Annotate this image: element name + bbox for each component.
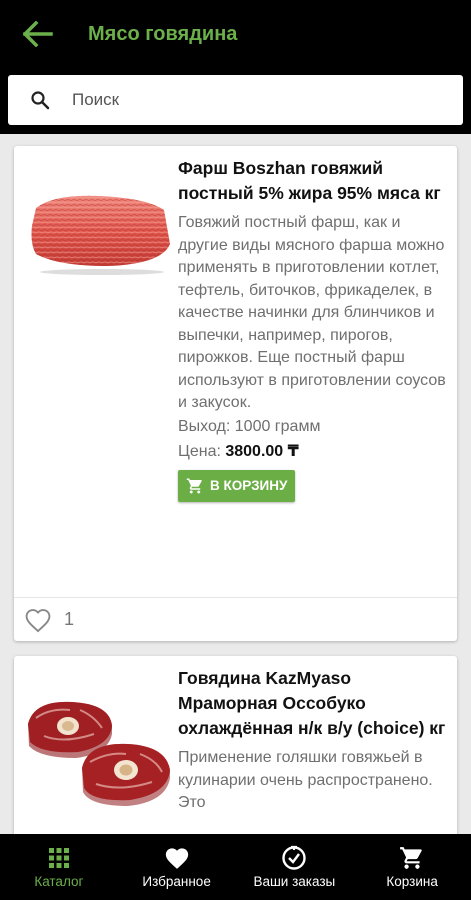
heart-outline-icon[interactable]	[24, 607, 52, 633]
product-name[interactable]: Говядина KazMyaso Мраморная Оссобуко охл…	[178, 666, 451, 741]
ossobuco-beef-image	[28, 701, 170, 806]
ground-beef-image	[31, 195, 170, 275]
product-card[interactable]: Говядина KazMyaso Мраморная Оссобуко охл…	[14, 656, 457, 834]
cart-icon	[186, 478, 202, 493]
grid-icon	[48, 845, 70, 871]
product-list[interactable]: Фарш Boszhan говяжий постный 5% жира 95%…	[0, 134, 471, 834]
price-value: 3800.00 ₸	[225, 442, 299, 460]
nav-label-favorites: Избранное	[142, 874, 211, 889]
product-info: Говядина KazMyaso Мраморная Оссобуко охл…	[178, 666, 451, 815]
back-button[interactable]	[8, 0, 68, 68]
heart-icon	[164, 845, 190, 871]
like-count: 1	[64, 609, 75, 629]
arrow-back-icon	[23, 21, 53, 47]
nav-item-cart[interactable]: Корзина	[353, 834, 471, 900]
nav-label-orders: Ваши заказы	[253, 874, 336, 889]
search-icon	[8, 90, 72, 110]
nav-item-favorites[interactable]: Избранное	[118, 834, 236, 900]
product-description: Говяжий постный фарш, как и другие виды …	[178, 214, 446, 411]
search-input[interactable]	[72, 90, 463, 110]
nav-item-catalog[interactable]: Каталог	[0, 834, 118, 900]
orders-icon	[281, 845, 307, 871]
product-info: Фарш Boszhan говяжий постный 5% жира 95%…	[178, 156, 451, 502]
product-description: Применение голяшки говяжьей в кулинарии …	[178, 749, 433, 811]
page-title: Мясо говядина	[88, 22, 238, 45]
nav-label-catalog: Каталог	[34, 874, 84, 889]
nav-item-orders[interactable]: Ваши заказы	[236, 834, 354, 900]
price-row: Цена: 3800.00 ₸	[178, 440, 451, 464]
add-to-cart-label: В КОРЗИНУ	[210, 478, 288, 493]
card-footer: 1	[14, 597, 457, 641]
product-card[interactable]: Фарш Boszhan говяжий постный 5% жира 95%…	[14, 146, 457, 641]
search-bar	[0, 68, 471, 134]
cart-icon	[399, 845, 425, 871]
product-yield: Выход: 1000 грамм	[178, 417, 321, 435]
search-box[interactable]	[8, 75, 463, 125]
product-name[interactable]: Фарш Boszhan говяжий постный 5% жира 95%…	[178, 156, 451, 206]
price-label: Цена:	[178, 442, 226, 460]
add-to-cart-button[interactable]: В КОРЗИНУ	[178, 469, 296, 502]
app-bar: Мясо говядина	[0, 0, 471, 68]
bottom-navigation: Каталог Избранное Ваши заказы Корзина	[0, 834, 471, 900]
nav-label-cart: Корзина	[386, 874, 438, 889]
